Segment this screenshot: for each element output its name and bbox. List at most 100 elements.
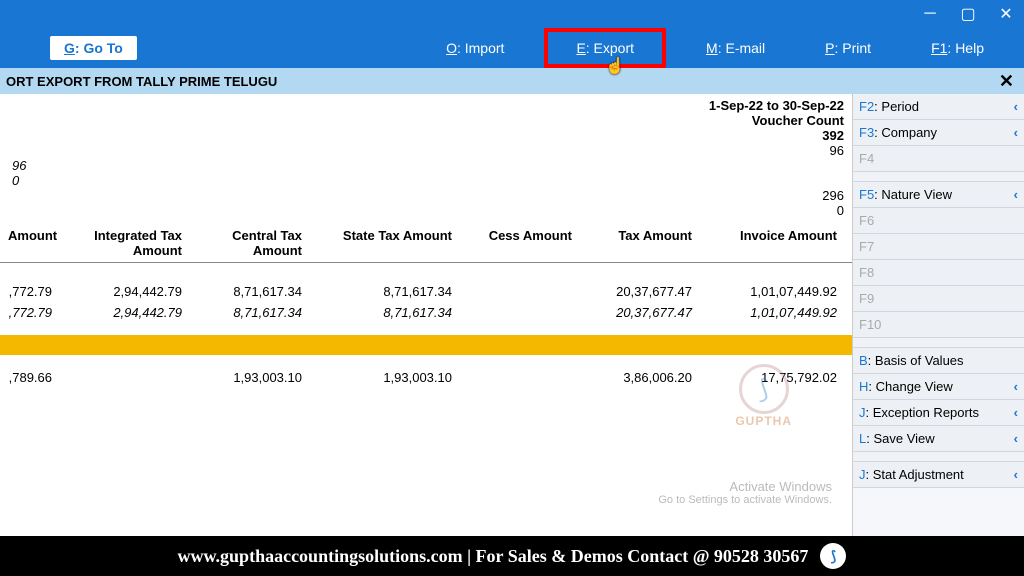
total-1: 392 <box>0 128 852 143</box>
side-key: F9 <box>859 291 874 306</box>
print-key: P <box>825 40 834 56</box>
cell: 8,71,617.34 <box>310 305 460 320</box>
total-3: 296 <box>0 188 852 203</box>
import-key: O <box>446 40 457 56</box>
cell: 1,93,003.10 <box>310 370 460 385</box>
table-row: ,789.66 1,93,003.10 1,93,003.10 3,86,006… <box>0 367 852 388</box>
side-label: : Stat Adjustment <box>866 467 964 482</box>
chevron-left-icon: ‹ <box>1014 467 1018 482</box>
side-exception-reports[interactable]: J: Exception Reports‹ <box>853 400 1024 426</box>
help-key: F1 <box>931 40 947 56</box>
period-range: 1-Sep-22 to 30-Sep-22 <box>0 98 852 113</box>
window-titlebar: ─ ▢ ✕ <box>0 0 1024 28</box>
print-label: : Print <box>835 40 872 56</box>
side-f9[interactable]: F9 <box>853 286 1024 312</box>
table-row: ,772.79 2,94,442.79 8,71,617.34 8,71,617… <box>0 302 852 323</box>
export-key: E <box>576 40 585 56</box>
chevron-left-icon: ‹ <box>1014 125 1018 140</box>
side-change-view[interactable]: H: Change View ‹ <box>853 374 1024 400</box>
email-menu[interactable]: M: E-mail <box>706 40 765 56</box>
side-gap <box>853 338 1024 348</box>
side-f7[interactable]: F7 <box>853 234 1024 260</box>
help-menu[interactable]: F1: Help <box>931 40 984 56</box>
export-menu[interactable]: E: Export ☝ <box>544 28 666 68</box>
chevron-left-icon: ‹ <box>1014 187 1018 202</box>
activate-windows-notice: Activate Windows Go to Settings to activ… <box>658 479 832 506</box>
side-stat-adjustment[interactable]: J: Stat Adjustment‹ <box>853 462 1024 488</box>
activate-line1: Activate Windows <box>658 479 832 494</box>
total-2: 96 <box>0 143 852 158</box>
side-label: : Company <box>874 125 937 140</box>
side-gap <box>853 172 1024 182</box>
side-key: F7 <box>859 239 874 254</box>
content-area: 1-Sep-22 to 30-Sep-22 Voucher Count 392 … <box>0 94 1024 544</box>
data-table: Amount Integrated Tax Amount Central Tax… <box>0 224 852 388</box>
side-key: F2 <box>859 99 874 114</box>
voucher-count-label: Voucher Count <box>0 113 852 128</box>
side-save-view[interactable]: L: Save View‹ <box>853 426 1024 452</box>
watermark-text: GUPTHA <box>735 414 792 428</box>
side-key: H <box>859 379 868 394</box>
cell <box>460 284 580 299</box>
side-panel: F2: Period ‹ F3: Company ‹ F4 F5: Nature V… <box>852 94 1024 544</box>
email-label: : E-mail <box>718 40 765 56</box>
chevron-left-icon: ‹ <box>1014 379 1018 394</box>
side-gap <box>853 452 1024 462</box>
cell: 8,71,617.34 <box>190 284 310 299</box>
side-basis-values[interactable]: B: Basis of Values <box>853 348 1024 374</box>
goto-key: G <box>64 40 75 56</box>
footer-logo-icon: ⟆ <box>820 543 846 569</box>
col-tax-amount: Tax Amount <box>580 228 700 258</box>
side-key: B <box>859 353 868 368</box>
subheader: ORT EXPORT FROM TALLY PRIME TELUGU ✕ <box>0 68 1024 94</box>
highlight-bar <box>0 335 852 355</box>
minimize-icon[interactable]: ─ <box>920 5 940 23</box>
side-key: F10 <box>859 317 881 332</box>
side-key: F4 <box>859 151 874 166</box>
footer-bar: www.gupthaaccountingsolutions.com | For … <box>0 536 1024 576</box>
import-menu[interactable]: O: Import <box>446 40 504 56</box>
export-label: : Export <box>586 40 634 56</box>
cell: 1,01,07,449.92 <box>700 284 845 299</box>
maximize-icon[interactable]: ▢ <box>958 4 978 24</box>
side-company[interactable]: F3: Company ‹ <box>853 120 1024 146</box>
cell <box>60 370 190 385</box>
chevron-left-icon: ‹ <box>1014 99 1018 114</box>
menubar: G: Go To O: Import E: Export ☝ M: E-mail… <box>0 28 1024 68</box>
col-amount: Amount <box>0 228 60 258</box>
chevron-left-icon: ‹ <box>1014 431 1018 446</box>
side-f10[interactable]: F10 <box>853 312 1024 338</box>
cell: 1,93,003.10 <box>190 370 310 385</box>
side-label: : Nature View <box>874 187 952 202</box>
cell: 2,94,442.79 <box>60 305 190 320</box>
footer-text: www.gupthaaccountingsolutions.com | For … <box>178 546 809 567</box>
side-label: : Period <box>874 99 919 114</box>
col-invoice-amount: Invoice Amount <box>700 228 845 258</box>
side-key: F3 <box>859 125 874 140</box>
cell: 8,71,617.34 <box>190 305 310 320</box>
cell: 3,86,006.20 <box>580 370 700 385</box>
total-4: 0 <box>0 203 852 218</box>
cursor-hand-icon: ☝ <box>605 56 625 76</box>
side-f6[interactable]: F6 <box>853 208 1024 234</box>
left-num-1: 96 <box>0 158 852 173</box>
cell <box>460 370 580 385</box>
print-menu[interactable]: P: Print <box>825 40 871 56</box>
subheader-title: ORT EXPORT FROM TALLY PRIME TELUGU <box>6 74 277 89</box>
table-header-row: Amount Integrated Tax Amount Central Tax… <box>0 224 852 263</box>
side-f8[interactable]: F8 <box>853 260 1024 286</box>
side-label: : Change View <box>868 379 952 394</box>
subheader-close-icon[interactable]: ✕ <box>999 71 1014 92</box>
side-nature-view[interactable]: F5: Nature View ‹ <box>853 182 1024 208</box>
side-period[interactable]: F2: Period ‹ <box>853 94 1024 120</box>
left-num-2: 0 <box>0 173 852 188</box>
col-cess: Cess Amount <box>460 228 580 258</box>
col-central-tax: Central Tax Amount <box>190 228 310 258</box>
cell <box>460 305 580 320</box>
side-label: : Exception Reports <box>866 405 979 420</box>
side-key: F5 <box>859 187 874 202</box>
close-icon[interactable]: ✕ <box>996 4 1016 24</box>
side-f4[interactable]: F4 <box>853 146 1024 172</box>
email-key: M <box>706 40 718 56</box>
goto-button[interactable]: G: Go To <box>50 36 137 60</box>
